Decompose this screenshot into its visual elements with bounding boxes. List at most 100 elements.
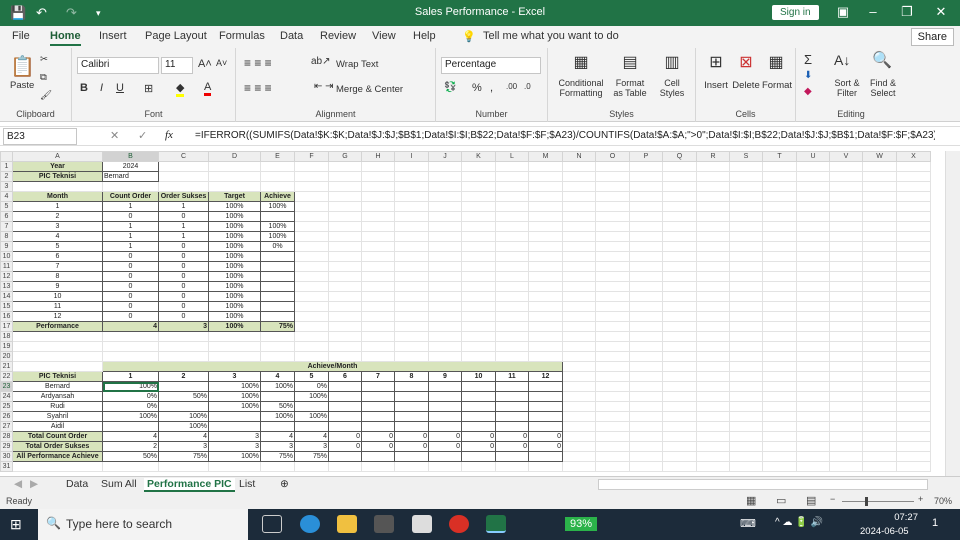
cell-o2[interactable]: [595, 171, 630, 182]
cell-j23[interactable]: [428, 381, 462, 392]
cell-g2[interactable]: [328, 171, 362, 182]
cell-g9[interactable]: [328, 241, 362, 252]
cell-p4[interactable]: [629, 191, 663, 202]
mail-icon[interactable]: [412, 515, 432, 533]
cell-v24[interactable]: [829, 391, 863, 402]
cell-o1[interactable]: [595, 161, 630, 172]
column-header-q[interactable]: Q: [662, 151, 697, 162]
cell-a22[interactable]: PIC Teknisi: [12, 371, 103, 382]
cell-v11[interactable]: [829, 261, 863, 272]
cell-x20[interactable]: [896, 351, 931, 362]
cell-j4[interactable]: [428, 191, 462, 202]
cell-c7[interactable]: 1: [158, 221, 209, 232]
column-header-t[interactable]: T: [762, 151, 797, 162]
cell-o14[interactable]: [595, 291, 630, 302]
cell-b9[interactable]: 1: [102, 241, 159, 252]
cell-c16[interactable]: 0: [158, 311, 209, 322]
cell-b28[interactable]: 4: [102, 431, 159, 442]
column-header-s[interactable]: S: [729, 151, 763, 162]
cell-d15[interactable]: 100%: [208, 301, 261, 312]
row-header[interactable]: 19: [0, 341, 13, 352]
cell-c11[interactable]: 0: [158, 261, 209, 272]
scroll-tabs-right-icon[interactable]: ▶: [30, 478, 38, 490]
cell-r3[interactable]: [696, 181, 730, 192]
cell-v19[interactable]: [829, 341, 863, 352]
column-header-d[interactable]: D: [208, 151, 261, 162]
cell-u3[interactable]: [796, 181, 830, 192]
tab-insert[interactable]: Insert: [99, 30, 127, 42]
cell-q4[interactable]: [662, 191, 697, 202]
cell-w27[interactable]: [862, 421, 897, 432]
cell-d23[interactable]: 100%: [208, 381, 261, 392]
cell-p2[interactable]: [629, 171, 663, 182]
shrink-font-icon[interactable]: A˅: [216, 58, 227, 68]
cell-t12[interactable]: [762, 271, 797, 282]
cell-e20[interactable]: [260, 351, 295, 362]
format-as-table-icon[interactable]: ▤: [610, 52, 650, 72]
cell-r7[interactable]: [696, 221, 730, 232]
cell-c12[interactable]: 0: [158, 271, 209, 282]
cell-t1[interactable]: [762, 161, 797, 172]
cell-t2[interactable]: [762, 171, 797, 182]
cell-b2[interactable]: Bernard: [102, 171, 159, 182]
bold-icon[interactable]: B: [80, 82, 88, 94]
cell-h7[interactable]: [361, 221, 395, 232]
cell-p26[interactable]: [629, 411, 663, 422]
delete-button[interactable]: Delete: [730, 80, 762, 91]
cell-k1[interactable]: [461, 161, 496, 172]
cell-r19[interactable]: [696, 341, 730, 352]
cell-p1[interactable]: [629, 161, 663, 172]
cell-b13[interactable]: 0: [102, 281, 159, 292]
store-icon[interactable]: [374, 515, 394, 533]
font-color-icon[interactable]: A: [204, 81, 212, 96]
cell-o18[interactable]: [595, 331, 630, 342]
cell-q27[interactable]: [662, 421, 697, 432]
cell-q10[interactable]: [662, 251, 697, 262]
cell-j1[interactable]: [428, 161, 462, 172]
cell-n8[interactable]: [562, 231, 596, 242]
cell-d7[interactable]: 100%: [208, 221, 261, 232]
cell-g14[interactable]: [328, 291, 362, 302]
column-header-b[interactable]: B: [102, 151, 159, 162]
cell-s30[interactable]: [729, 451, 763, 462]
cell-w18[interactable]: [862, 331, 897, 342]
cell-x23[interactable]: [896, 381, 931, 392]
cell-m5[interactable]: [528, 201, 563, 212]
cell-q26[interactable]: [662, 411, 697, 422]
cell-n29[interactable]: [562, 441, 596, 452]
align-left-icon[interactable]: ≡ ≡ ≡: [244, 81, 272, 95]
cell-r1[interactable]: [696, 161, 730, 172]
cell-w12[interactable]: [862, 271, 897, 282]
cell-q9[interactable]: [662, 241, 697, 252]
cell-i19[interactable]: [394, 341, 429, 352]
battery-indicator[interactable]: 93%: [565, 517, 598, 531]
taskbar-search[interactable]: 🔍 Type here to search: [38, 509, 248, 540]
cell-q21[interactable]: [662, 361, 697, 372]
cell-e26[interactable]: 100%: [260, 411, 295, 422]
cell-r11[interactable]: [696, 261, 730, 272]
cell-d30[interactable]: 100%: [208, 451, 261, 462]
cell-p21[interactable]: [629, 361, 663, 372]
cell-j5[interactable]: [428, 201, 462, 212]
cell-w5[interactable]: [862, 201, 897, 212]
sheet-tab-performance-pic[interactable]: Performance PIC: [144, 478, 235, 492]
column-header-k[interactable]: K: [461, 151, 496, 162]
cell-b15[interactable]: 0: [102, 301, 159, 312]
cell-s27[interactable]: [729, 421, 763, 432]
cell-c5[interactable]: 1: [158, 201, 209, 212]
cell-j15[interactable]: [428, 301, 462, 312]
cell-b8[interactable]: 1: [102, 231, 159, 242]
cell-i22[interactable]: 8: [394, 371, 429, 382]
cell-b4[interactable]: Count Order: [102, 191, 159, 202]
cell-x14[interactable]: [896, 291, 931, 302]
cell-m23[interactable]: [528, 381, 563, 392]
cell-q28[interactable]: [662, 431, 697, 442]
cell-t3[interactable]: [762, 181, 797, 192]
cell-c14[interactable]: 0: [158, 291, 209, 302]
row-header[interactable]: 5: [0, 201, 13, 212]
minimize-button[interactable]: –: [858, 4, 888, 19]
cell-x6[interactable]: [896, 211, 931, 222]
cell-b17[interactable]: 4: [102, 321, 159, 332]
ribbon-display-icon[interactable]: ▣: [828, 4, 858, 20]
cell-d9[interactable]: 100%: [208, 241, 261, 252]
